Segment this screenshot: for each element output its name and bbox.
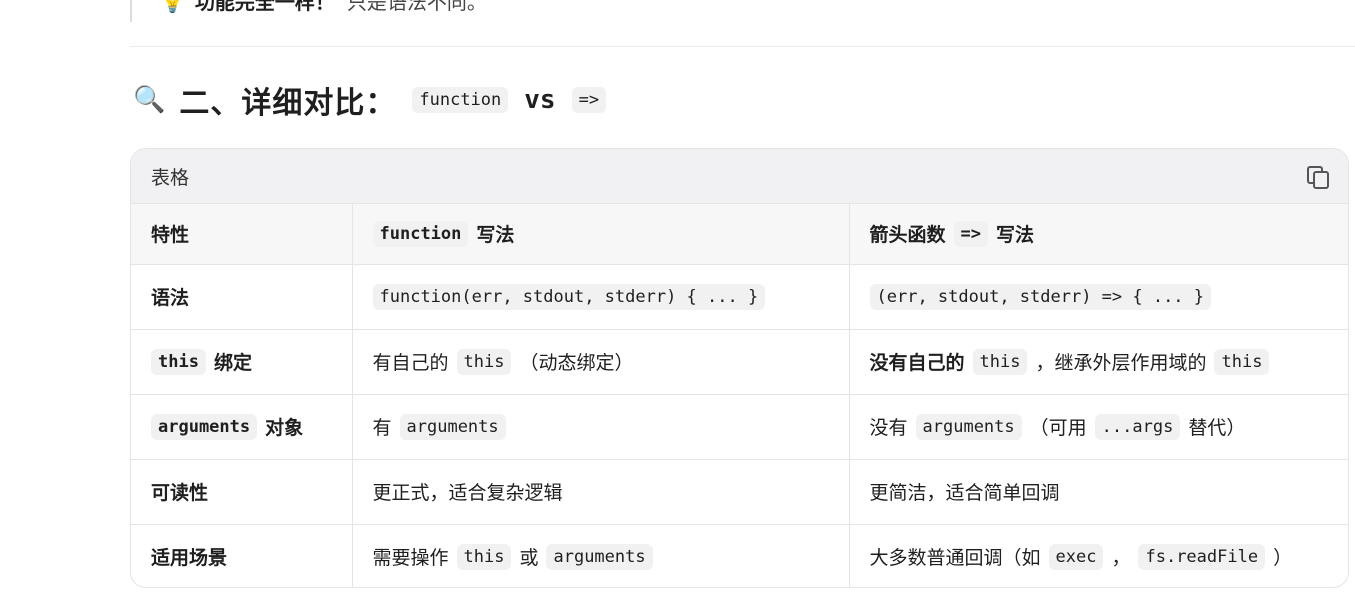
cell-arrow: 更简洁，适合简单回调 [849, 459, 1348, 525]
header-arrow: 箭头函数 => 写法 [849, 204, 1348, 265]
section-heading: 🔍 二、详细对比： function vs => [133, 78, 607, 122]
callout-bold: 功能完全一样！ [194, 0, 335, 14]
table-row: arguments 对象 有 arguments 没有 arguments （可用...… [131, 394, 1348, 460]
comparison-table: 特性 function 写法 箭头函数 => 写法 语法 function(err, … [131, 204, 1348, 587]
table-row: this 绑定 有自己的 this （动态绑定） 没有自己的 this ，继承外层作用域的… [131, 329, 1348, 395]
callout-rest: 只是语法不同。 [346, 0, 487, 14]
lightbulb-icon: 💡 [160, 0, 185, 14]
comparison-table-card: 表格 特性 function 写法 箭头函数 => 写法 语法 function(er… [130, 148, 1349, 588]
cell-arrow: 没有自己的 this ，继承外层作用域的 this [849, 329, 1348, 395]
cell-function: 需要操作 this 或 arguments [352, 524, 850, 587]
cell-function: 有自己的 this （动态绑定） [352, 329, 850, 395]
cell-arrow: (err, stdout, stderr) => { ... } [849, 264, 1348, 330]
row-label: 可读性 [131, 459, 353, 525]
code: function [372, 220, 469, 247]
heading-text: 二、详细对比： [179, 86, 397, 121]
cell-function: 有 arguments [352, 394, 850, 460]
cell-arrow: 大多数普通回调（如 exec， fs.readFile） [849, 524, 1348, 587]
header-feature: 特性 [131, 204, 353, 265]
table-row: 可读性 更正式，适合复杂逻辑 更简洁，适合简单回调 [131, 459, 1348, 525]
heading-vs: vs [524, 85, 556, 115]
cell-function: 更正式，适合复杂逻辑 [352, 459, 850, 525]
row-label: 适用场景 [131, 524, 353, 587]
row-label: 语法 [131, 264, 353, 330]
copy-icon[interactable] [1306, 165, 1329, 189]
divider [130, 46, 1355, 47]
table-header-row: 特性 function 写法 箭头函数 => 写法 [131, 204, 1348, 265]
row-label: arguments 对象 [131, 394, 353, 460]
blockquote-bar [130, 0, 132, 22]
callout-text: 💡 功能完全一样！ 只是语法不同。 [160, 0, 487, 15]
magnifier-icon: 🔍 [133, 85, 166, 115]
cell-arrow: 没有 arguments （可用 ...args 替代） [849, 394, 1348, 460]
heading-code-arrow: => [571, 87, 607, 113]
table-card-header: 表格 [131, 149, 1348, 204]
table-title: 表格 [151, 166, 190, 189]
cell-function: function(err, stdout, stderr) { ... } [352, 264, 850, 330]
code: => [953, 220, 988, 247]
row-label: this 绑定 [131, 329, 353, 395]
table-row: 适用场景 需要操作 this 或 arguments 大多数普通回调（如 exec， fs… [131, 524, 1348, 587]
heading-code-function: function [412, 87, 509, 113]
header-function: function 写法 [352, 204, 850, 265]
table-row: 语法 function(err, stdout, stderr) { ... }… [131, 264, 1348, 330]
